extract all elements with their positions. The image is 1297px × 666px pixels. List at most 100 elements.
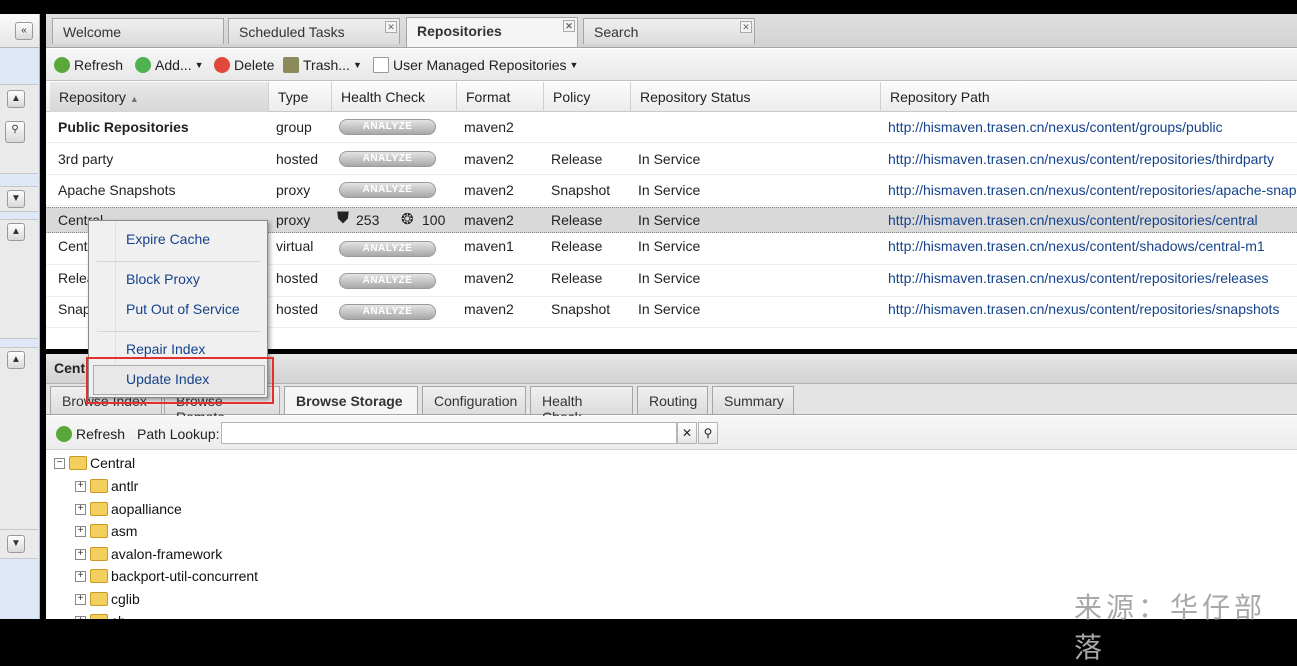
chevron-down-icon[interactable]: ▼	[7, 535, 25, 553]
chevron-up-icon[interactable]: ▲	[7, 351, 25, 369]
app-window: « ▲ ⚲ ▼ ▲ ▲ ▼ Welcome Scheduled Tasks ✕ R…	[0, 14, 1297, 664]
repo-path-link[interactable]: http://hismaven.trasen.cn/nexus/content/…	[888, 238, 1265, 254]
refresh-icon	[54, 57, 70, 73]
search-icon[interactable]: ⚲	[698, 422, 718, 444]
column-repository-status[interactable]: Repository Status	[631, 82, 881, 112]
tree-node-label: antlr	[111, 478, 139, 494]
analyze-button[interactable]: ANALYZE	[339, 182, 436, 198]
tree-node[interactable]: + antlr	[75, 476, 138, 496]
collapse-left-icon[interactable]: «	[15, 22, 33, 40]
expand-icon[interactable]: +	[75, 593, 86, 605]
refresh-label: Refresh	[76, 426, 126, 442]
table-row[interactable]: Public Repositories group ANALYZE maven2…	[46, 112, 1297, 143]
repo-path-link[interactable]: http://hismaven.trasen.cn/nexus/content/…	[888, 301, 1279, 317]
analyze-button[interactable]: ANALYZE	[339, 304, 436, 320]
tab-browse-storage[interactable]: Browse Storage	[284, 386, 418, 414]
column-policy[interactable]: Policy	[544, 82, 631, 112]
tree-node[interactable]: + aopalliance	[75, 499, 182, 519]
left-section-2: ▼	[0, 186, 38, 212]
analyze-button[interactable]: ANALYZE	[339, 119, 436, 135]
column-type[interactable]: Type	[269, 82, 332, 112]
tab-label: Search	[594, 24, 639, 40]
column-health-check[interactable]: Health Check	[332, 82, 457, 112]
menu-item-put-out-of-service[interactable]: Put Out of Service	[126, 301, 240, 317]
close-icon[interactable]: ✕	[740, 21, 752, 33]
column-repository-path[interactable]: Repository Path	[881, 82, 1297, 112]
repo-status: In Service	[638, 238, 701, 254]
clear-icon[interactable]: ✕	[677, 422, 697, 444]
path-lookup-input[interactable]	[221, 422, 677, 444]
search-icon[interactable]: ⚲	[5, 121, 25, 143]
add-icon	[135, 57, 151, 73]
repo-format: maven2	[464, 212, 514, 228]
expand-icon[interactable]: +	[75, 525, 86, 537]
folder-icon	[90, 524, 108, 538]
tab-welcome[interactable]: Welcome	[52, 18, 224, 44]
tree-node[interactable]: + asm	[75, 521, 137, 541]
repo-type: virtual	[276, 238, 314, 254]
tree-node[interactable]: + cglib	[75, 589, 140, 609]
tab-summary[interactable]: Summary	[712, 386, 794, 414]
column-format[interactable]: Format	[457, 82, 544, 112]
menu-item-block-proxy[interactable]: Block Proxy	[126, 271, 200, 287]
repo-name: 3rd party	[58, 151, 114, 167]
tab-health-check[interactable]: Health Check	[530, 386, 633, 425]
tree-node[interactable]: + avalon-framework	[75, 544, 222, 564]
analyze-button[interactable]: ANALYZE	[339, 151, 436, 167]
repo-path-link[interactable]: http://hismaven.trasen.cn/nexus/content/…	[888, 182, 1297, 198]
repo-format: maven2	[464, 182, 514, 198]
tab-routing[interactable]: Routing	[637, 386, 708, 414]
repo-status: In Service	[638, 182, 701, 198]
tree-root-node[interactable]: − Central	[54, 453, 135, 473]
expand-icon[interactable]: +	[75, 480, 86, 492]
close-icon[interactable]: ✕	[385, 21, 397, 33]
menu-item-expire-cache[interactable]: Expire Cache	[126, 231, 210, 247]
repo-path-link[interactable]: http://hismaven.trasen.cn/nexus/content/…	[888, 151, 1274, 167]
user-managed-repositories-button[interactable]: User Managed Repositories ▼	[373, 55, 578, 75]
tab-scheduled-tasks[interactable]: Scheduled Tasks ✕	[228, 18, 400, 44]
collapse-icon[interactable]: −	[54, 457, 65, 469]
chevron-up-icon[interactable]: ▲	[7, 90, 25, 108]
expand-icon[interactable]: +	[75, 503, 86, 515]
license-count[interactable]: 100	[422, 212, 445, 228]
tree-node[interactable]: + backport-util-concurrent	[75, 566, 258, 586]
tree-node-label: Central	[90, 455, 136, 471]
repo-format: maven2	[464, 119, 514, 135]
column-label: Repository	[59, 89, 126, 105]
trash-label: Trash...	[303, 57, 350, 73]
analyze-button[interactable]: ANALYZE	[339, 241, 436, 257]
expand-icon[interactable]: +	[75, 548, 86, 560]
repo-path-link[interactable]: http://hismaven.trasen.cn/nexus/content/…	[888, 119, 1223, 135]
repo-name: Apache Snapshots	[58, 182, 176, 198]
tree-node[interactable]: + ch	[75, 611, 126, 619]
watermark-text: 来源：华仔部落	[1074, 591, 1267, 664]
repo-format: maven1	[464, 238, 514, 254]
delete-label: Delete	[234, 57, 275, 73]
table-row[interactable]: 3rd party hosted ANALYZE maven2 Release …	[46, 144, 1297, 175]
folder-open-icon	[69, 456, 87, 470]
sort-asc-icon: ▲	[129, 94, 139, 104]
analyze-button[interactable]: ANALYZE	[339, 273, 436, 289]
add-button[interactable]: Add... ▼	[135, 55, 204, 75]
repo-path-link[interactable]: http://hismaven.trasen.cn/nexus/content/…	[888, 212, 1258, 228]
repo-path-link[interactable]: http://hismaven.trasen.cn/nexus/content/…	[888, 270, 1269, 286]
trash-button[interactable]: Trash... ▼	[283, 55, 362, 75]
refresh-button[interactable]: Refresh	[54, 55, 123, 75]
expand-icon[interactable]: +	[75, 615, 86, 619]
tab-search[interactable]: Search ✕	[583, 18, 755, 44]
storage-refresh-button[interactable]: Refresh	[56, 424, 125, 444]
security-count[interactable]: 253	[356, 212, 379, 228]
tab-repositories[interactable]: Repositories ✕	[406, 17, 578, 47]
chevron-up-icon[interactable]: ▲	[7, 223, 25, 241]
table-row[interactable]: Apache Snapshots proxy ANALYZE maven2 Sn…	[46, 175, 1297, 206]
tab-label: Repositories	[417, 23, 502, 39]
close-icon[interactable]: ✕	[563, 20, 575, 32]
repo-type: proxy	[276, 182, 311, 198]
left-sidebar: « ▲ ⚲ ▼ ▲ ▲ ▼	[0, 14, 40, 619]
expand-icon[interactable]: +	[75, 570, 86, 582]
chevron-down-icon[interactable]: ▼	[7, 190, 25, 208]
column-repository[interactable]: Repository ▲	[50, 82, 269, 112]
tab-configuration[interactable]: Configuration	[422, 386, 526, 414]
delete-button[interactable]: Delete	[214, 55, 274, 75]
menu-item-repair-index[interactable]: Repair Index	[126, 341, 205, 357]
